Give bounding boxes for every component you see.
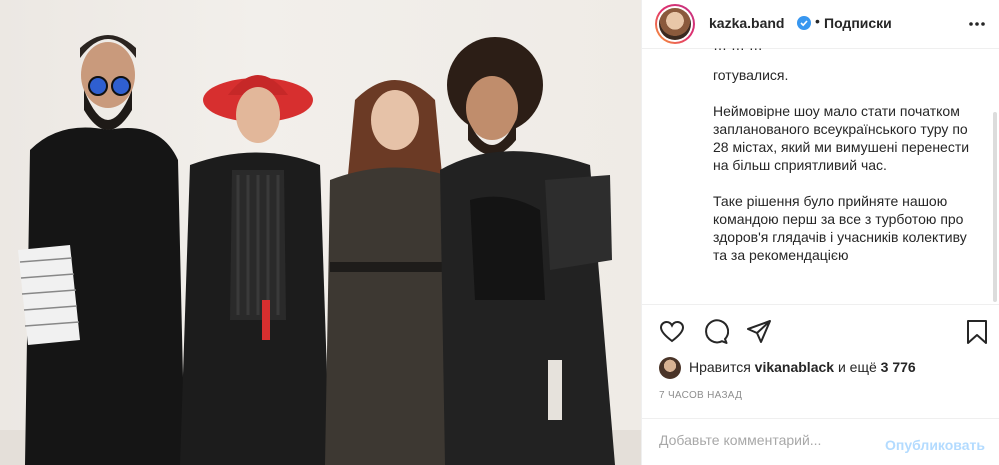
post-actions xyxy=(642,312,999,352)
following-button[interactable]: Подписки xyxy=(824,15,892,31)
bookmark-icon[interactable] xyxy=(964,319,990,345)
heart-icon[interactable] xyxy=(659,319,685,345)
post-header: kazka.band • Подписки xyxy=(642,0,999,49)
caption-paragraph: Таке рішення було прийняте нашою командо… xyxy=(713,193,967,263)
caption-divider xyxy=(642,304,999,305)
likes-prefix: Нравится xyxy=(689,359,751,375)
post-side-panel: kazka.band • Подписки … … … готувалися. … xyxy=(642,0,999,465)
post-photo[interactable] xyxy=(0,0,641,465)
band-photo-illustration xyxy=(0,35,641,465)
caption-paragraph: Неймовірне шоу мало стати початком запла… xyxy=(713,103,970,173)
caption-cut-line: … … … xyxy=(713,48,763,53)
publish-button[interactable]: Опубликовать xyxy=(885,437,985,453)
verified-badge-icon xyxy=(797,16,811,30)
comment-divider xyxy=(642,418,999,419)
header-separator: • xyxy=(815,13,820,29)
caption-paragraph: готувалися. xyxy=(713,67,789,83)
likes-count[interactable]: 3 776 xyxy=(881,359,916,375)
author-avatar[interactable] xyxy=(655,4,695,44)
author-username[interactable]: kazka.band xyxy=(709,15,784,31)
comment-input[interactable] xyxy=(659,432,879,448)
likes-middle: и ещё xyxy=(837,359,877,375)
liker-avatar[interactable] xyxy=(659,357,681,379)
share-icon[interactable] xyxy=(746,319,772,345)
post-caption[interactable]: … … … готувалися. Неймовірне шоу мало ст… xyxy=(642,48,999,304)
liker-username[interactable]: vikanablack xyxy=(755,359,834,375)
comment-icon[interactable] xyxy=(703,319,730,345)
caption-scrollbar[interactable] xyxy=(993,112,997,302)
more-horizontal-icon[interactable] xyxy=(967,14,987,34)
post-timestamp[interactable]: 7 часов назад xyxy=(659,390,742,401)
